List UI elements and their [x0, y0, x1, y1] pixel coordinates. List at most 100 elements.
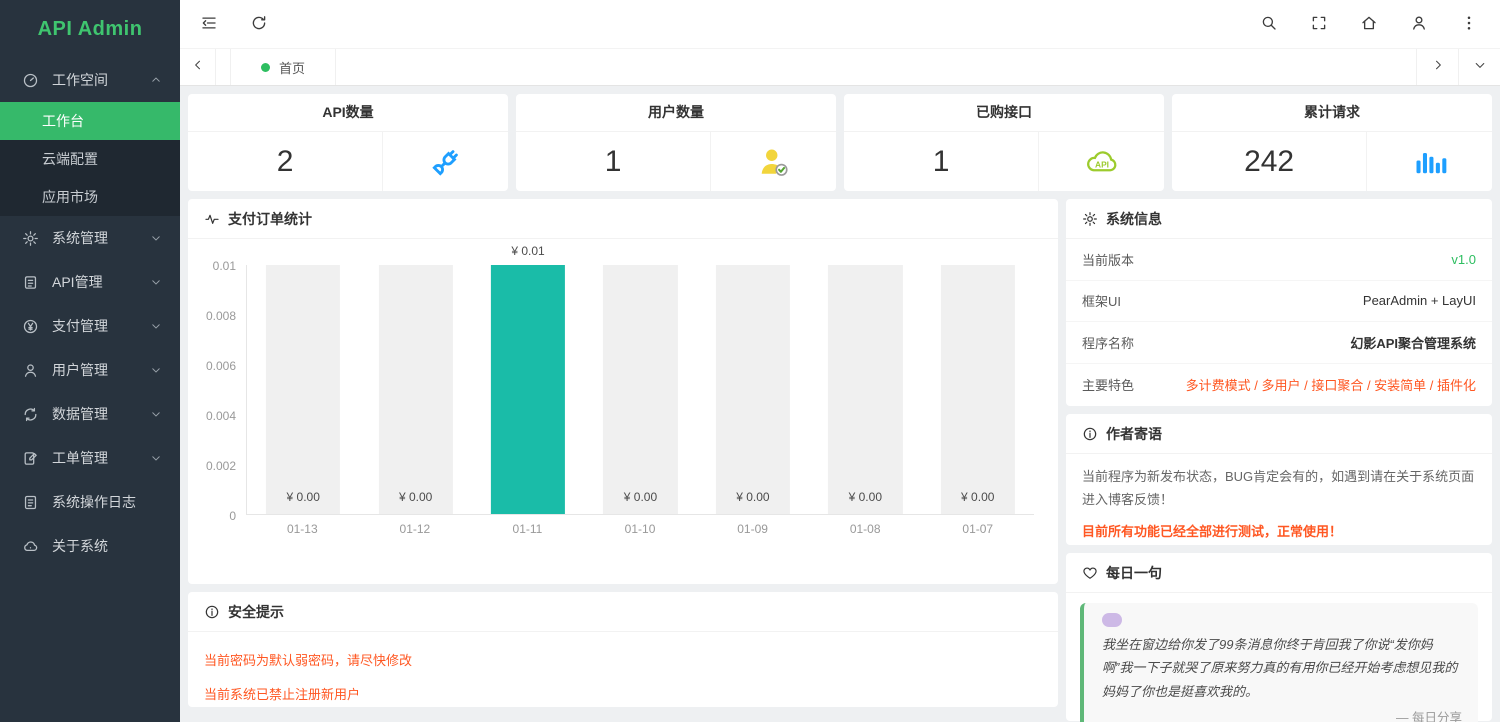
sidebar-subitem-label: 工作台: [42, 111, 162, 131]
bar-chart-icon: [1367, 132, 1492, 191]
stat-card-title: API数量: [188, 94, 508, 132]
bar-value-label: ¥ 0.00: [697, 490, 809, 504]
sidebar-subitem-1[interactable]: 云端配置: [0, 140, 180, 178]
quote-text: 我坐在窗边给你发了99条消息你终于肯回我了你说“发你妈啊”我一下子就哭了原来努力…: [1102, 633, 1462, 703]
chart-panel-header: 支付订单统计: [188, 199, 1058, 239]
y-tick-label: 0.01: [213, 259, 236, 273]
y-tick-label: 0.004: [206, 409, 236, 423]
sidebar-subitem-0[interactable]: 工作台: [0, 102, 180, 140]
chevron-down-icon: [150, 452, 162, 464]
active-tab-dot-icon: [261, 63, 270, 72]
security-panel-header: 安全提示: [188, 592, 1058, 632]
app-window: API Admin 工作空间工作台云端配置应用市场系统管理API管理支付管理用户…: [0, 0, 1500, 722]
cloud-api-icon: API: [1039, 132, 1164, 191]
author-panel-header: 作者寄语: [1066, 414, 1492, 454]
security-tip-line: 当前密码为默认弱密码，请尽快修改: [204, 650, 1042, 669]
chevron-right-icon: [1431, 58, 1445, 77]
bar-value-label: ¥ 0.00: [809, 490, 921, 504]
author-highlight: 目前所有功能已经全部进行测试，正常使用！: [1082, 521, 1476, 540]
fullscreen-icon[interactable]: [1310, 14, 1330, 34]
sidebar-item-2[interactable]: API管理: [0, 260, 180, 304]
security-tips-panel: 安全提示 当前密码为默认弱密码，请尽快修改当前系统已禁止注册新用户: [188, 592, 1058, 707]
about-cloud-icon: [22, 538, 39, 555]
daily-quote-panel: 每日一句 我坐在窗边给你发了99条消息你终于肯回我了你说“发你妈啊”我一下子就哭…: [1066, 553, 1492, 721]
y-tick-label: 0.008: [206, 309, 236, 323]
info-circle-icon: [1082, 426, 1098, 442]
sidebar-item-3[interactable]: 支付管理: [0, 304, 180, 348]
tabs-menu-button[interactable]: [1458, 49, 1500, 85]
info-row-label: 主要特色: [1082, 375, 1134, 394]
x-tick-label: 01-13: [246, 522, 359, 536]
tab-bar: 首页: [180, 48, 1500, 86]
more-vertical-icon[interactable]: [1460, 14, 1480, 34]
info-row-label: 当前版本: [1082, 250, 1134, 269]
chart-column-01-08[interactable]: ¥ 0.00: [809, 265, 921, 514]
chart-plot: ¥ 0.00¥ 0.00¥ 0.01¥ 0.00¥ 0.00¥ 0.00¥ 0.…: [246, 265, 1034, 515]
system-info-title: 系统信息: [1106, 209, 1162, 229]
chart-background-bar: [266, 265, 340, 514]
info-row-label: 框架UI: [1082, 291, 1121, 310]
chart-column-01-07[interactable]: ¥ 0.00: [922, 265, 1034, 514]
quote-box: 我坐在窗边给你发了99条消息你终于肯回我了你说“发你妈啊”我一下子就哭了原来努力…: [1080, 603, 1478, 722]
info-row-label: 程序名称: [1082, 333, 1134, 352]
gear-icon: [22, 230, 39, 247]
chevron-down-icon: [150, 320, 162, 332]
security-tip-line: 当前系统已禁止注册新用户: [204, 684, 1042, 703]
stat-card-value: 2: [188, 132, 383, 191]
sidebar-item-4[interactable]: 用户管理: [0, 348, 180, 392]
sidebar-item-label: 数据管理: [52, 404, 150, 424]
sidebar-menu: 工作空间工作台云端配置应用市场系统管理API管理支付管理用户管理数据管理工单管理…: [0, 58, 180, 722]
tabs-scroll-left-button[interactable]: [180, 49, 216, 85]
info-row-value: PearAdmin + LayUI: [1363, 293, 1476, 308]
chevron-down-icon: [150, 232, 162, 244]
bar-value-label: ¥ 0.00: [359, 490, 471, 504]
sidebar-subitem-label: 应用市场: [42, 187, 162, 207]
tabbar-spacer: [336, 49, 1416, 85]
security-body: 当前密码为默认弱密码，请尽快修改当前系统已禁止注册新用户: [188, 632, 1058, 713]
daily-panel-header: 每日一句: [1066, 553, 1492, 593]
sidebar-submenu: 工作台云端配置应用市场: [0, 102, 180, 216]
collapse-menu-icon[interactable]: [200, 14, 220, 34]
chevron-left-icon: [191, 58, 205, 77]
chart-body: 0.010.0080.0060.0040.0020 ¥ 0.00¥ 0.00¥ …: [188, 239, 1058, 536]
system-info-row: 程序名称幻影API聚合管理系统: [1066, 322, 1492, 364]
stat-card-1: 用户数量1: [516, 94, 836, 191]
x-tick-label: 01-12: [359, 522, 472, 536]
sidebar-item-6[interactable]: 工单管理: [0, 436, 180, 480]
home-icon[interactable]: [1360, 14, 1380, 34]
sidebar-item-5[interactable]: 数据管理: [0, 392, 180, 436]
chart-y-axis: 0.010.0080.0060.0040.0020: [200, 265, 246, 515]
sidebar-item-label: 支付管理: [52, 316, 150, 336]
chart-column-01-12[interactable]: ¥ 0.00: [359, 265, 471, 514]
chart-column-01-09[interactable]: ¥ 0.00: [697, 265, 809, 514]
refresh-icon[interactable]: [250, 14, 270, 34]
tabs-scroll-right-button[interactable]: [1416, 49, 1458, 85]
sidebar-item-1[interactable]: 系统管理: [0, 216, 180, 260]
user-icon[interactable]: [1410, 14, 1430, 34]
quote-attribution: — 每日分享: [1102, 707, 1462, 722]
sidebar-item-7[interactable]: 系统操作日志: [0, 480, 180, 524]
topbar: [180, 0, 1500, 48]
stat-card-3: 累计请求242: [1172, 94, 1492, 191]
author-text: 当前程序为新发布状态，BUG肯定会有的，如遇到请在关于系统页面进入博客反馈！: [1082, 466, 1476, 512]
sidebar-item-label: 工作空间: [52, 70, 150, 90]
y-tick-label: 0.002: [206, 459, 236, 473]
tab-home[interactable]: 首页: [230, 49, 336, 85]
chart-column-01-13[interactable]: ¥ 0.00: [247, 265, 359, 514]
sidebar-subitem-2[interactable]: 应用市场: [0, 178, 180, 216]
svg-text:API: API: [1095, 159, 1109, 169]
sidebar-item-8[interactable]: 关于系统: [0, 524, 180, 568]
security-panel-title: 安全提示: [228, 602, 284, 622]
sidebar-item-label: 工单管理: [52, 448, 150, 468]
daily-body: 我坐在窗边给你发了99条消息你终于肯回我了你说“发你妈啊”我一下子就哭了原来努力…: [1066, 593, 1492, 722]
info-circle-icon: [204, 604, 220, 620]
chart-background-bar: [379, 265, 453, 514]
search-icon[interactable]: [1260, 14, 1280, 34]
chart-column-01-11[interactable]: ¥ 0.01: [472, 265, 584, 514]
heart-icon: [1082, 565, 1098, 581]
sidebar-item-0[interactable]: 工作空间: [0, 58, 180, 102]
chart-column-01-10[interactable]: ¥ 0.00: [584, 265, 696, 514]
stat-card-value: 1: [516, 132, 711, 191]
stat-card-body: 1: [516, 132, 836, 191]
stat-card-0: API数量2: [188, 94, 508, 191]
